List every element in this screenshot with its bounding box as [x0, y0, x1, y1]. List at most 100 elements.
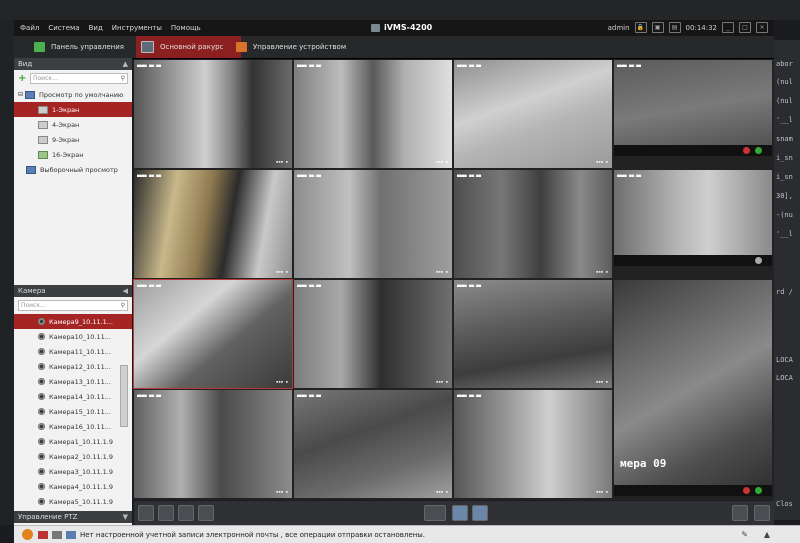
minimize-icon[interactable]: _ — [722, 22, 734, 33]
camera-capture-icon[interactable] — [755, 147, 762, 154]
video-tile-selected[interactable]: ■■■■ ■■:■■ ▪▪▪ ▪ — [133, 279, 293, 389]
alarm-icon[interactable] — [38, 530, 48, 539]
camera-item[interactable]: Камера14_10.11... — [14, 389, 132, 404]
collapse-status-icon[interactable]: ▲ — [764, 530, 770, 539]
camera-panel-header[interactable]: Камера ◀ — [14, 285, 132, 297]
menu-tools[interactable]: Инструменты — [112, 24, 162, 32]
tile-camera-tag: ▪▪▪ ▪ — [275, 489, 288, 494]
video-tile[interactable]: ■■■■ ■■:■■ ▪▪▪ ▪ — [294, 390, 452, 498]
ptz-panel-header[interactable]: Управление PTZ ▼ — [14, 511, 132, 523]
cycle-icon[interactable] — [424, 505, 446, 521]
monitor-icon — [141, 41, 154, 53]
desktop-left-edge — [0, 20, 14, 525]
settings-icon[interactable] — [755, 257, 762, 264]
layout-select-icon[interactable] — [138, 505, 154, 521]
volume-icon[interactable] — [198, 505, 214, 521]
settings-icon[interactable]: ▣ — [651, 22, 664, 33]
camera-search-input[interactable]: Поиск... ⚲ — [18, 300, 128, 311]
camera-item[interactable]: Камера4_10.11.1.9 — [14, 479, 132, 494]
video-tile[interactable]: ■■■■ ■■:■■ ▪▪▪ ▪ — [294, 280, 452, 388]
record-icon[interactable] — [743, 147, 750, 154]
video-tile-large[interactable]: мера 09 — [614, 280, 772, 496]
tree-custom-view[interactable]: Выборочный просмотр — [14, 162, 132, 177]
layout-16-screen[interactable]: 16-Экран — [14, 147, 132, 162]
video-tile[interactable]: ■■■■ ■■:■■ — [614, 60, 772, 156]
pin-icon[interactable]: ✎ — [741, 530, 748, 539]
tile-camera-tag: ▪▪▪ ▪ — [275, 269, 288, 274]
terminal-line: '__l — [776, 116, 793, 124]
view-search-input[interactable]: Поиск... ⚲ — [30, 73, 128, 84]
event-icon[interactable] — [52, 530, 62, 539]
tab-main-view[interactable]: Основной ракурс — [136, 36, 241, 58]
camera-icon — [38, 378, 45, 385]
video-tile[interactable]: ■■■■ ■■:■■ ▪▪▪ ▪ — [454, 280, 612, 388]
video-tile[interactable]: ■■■■ ■■:■■ ▪▪▪ ▪ — [454, 60, 612, 168]
camera-capture-icon[interactable] — [755, 487, 762, 494]
tile-timestamp: ■■■■ ■■:■■ — [457, 173, 482, 178]
close-icon[interactable]: × — [756, 22, 768, 33]
search-icon[interactable]: ⚲ — [121, 74, 125, 83]
window-split-icon[interactable] — [158, 505, 174, 521]
camera-item[interactable]: Камера3_10.11.1.9 — [14, 464, 132, 479]
camera-list-scrollbar[interactable] — [120, 365, 128, 427]
tab-device-management[interactable]: Управление устройством — [232, 36, 356, 58]
video-tile[interactable]: ■■■■ ■■:■■ ▪▪▪ ▪ — [134, 170, 292, 278]
layout-1-screen[interactable]: 1-Экран — [14, 102, 132, 117]
left-sidebar: Вид ▲ + Поиск... ⚲ ⊟ Просмотр по умолчан… — [14, 58, 132, 525]
fullscreen-icon[interactable] — [754, 505, 770, 521]
camera-label: Камера2_10.11.1.9 — [49, 452, 114, 461]
view-search-row: + Поиск... ⚲ — [14, 70, 132, 87]
tree-default-view[interactable]: ⊟ Просмотр по умолчанию — [14, 87, 132, 102]
layout-4-screen[interactable]: 4-Экран — [14, 117, 132, 132]
view-panel-header[interactable]: Вид ▲ — [14, 58, 132, 70]
layout-9-screen[interactable]: 9-Экран — [14, 132, 132, 147]
video-tile[interactable]: ■■■■ ■■:■■ ▪▪▪ ▪ — [454, 390, 612, 498]
camera-item[interactable]: Камера16_10.11... — [14, 419, 132, 434]
camera-item[interactable]: Камера2_10.11.1.9 — [14, 449, 132, 464]
menu-help[interactable]: Помощь — [171, 24, 201, 32]
camera-item[interactable]: Камера9_10.11.1... — [14, 314, 132, 329]
menu-file[interactable]: Файл — [20, 24, 39, 32]
next-page-icon[interactable] — [472, 505, 488, 521]
camera-search-row: Поиск... ⚲ — [14, 297, 132, 314]
video-tile[interactable]: ■■■■ ■■:■■ ▪▪▪ ▪ — [134, 60, 292, 168]
video-tile[interactable]: ■■■■ ■■:■■ — [614, 170, 772, 266]
video-tile[interactable]: ■■■■ ■■:■■ ▪▪▪ ▪ — [134, 390, 292, 498]
camera-item[interactable]: Камера11_10.11... — [14, 344, 132, 359]
video-tile[interactable]: ■■■■ ■■:■■ ▪▪▪ ▪ — [454, 170, 612, 278]
screen-mode-icon[interactable] — [732, 505, 748, 521]
tree-label: 4-Экран — [52, 120, 80, 129]
previous-page-icon[interactable] — [452, 505, 468, 521]
video-tile[interactable]: ■■■■ ■■:■■ ▪▪▪ ▪ — [294, 170, 452, 278]
camera-panel-title: Камера — [18, 287, 46, 295]
expand-icon[interactable]: ▼ — [123, 511, 128, 523]
expand-minus-icon[interactable]: ⊟ — [18, 91, 23, 98]
camera-icon — [38, 423, 45, 430]
camera-item[interactable]: Камера1_10.11.1.9 — [14, 434, 132, 449]
collapse-icon[interactable]: ◀ — [123, 285, 128, 297]
ptz-panel-title: Управление PTZ — [18, 513, 78, 521]
camera-item[interactable]: Камера10_10.11... — [14, 329, 132, 344]
tile-camera-tag: ▪▪▪ ▪ — [275, 379, 288, 384]
collapse-icon[interactable]: ▲ — [123, 58, 128, 70]
menu-view[interactable]: Вид — [89, 24, 103, 32]
maximize-icon[interactable]: □ — [739, 22, 751, 33]
tree-label: Просмотр по умолчанию — [39, 90, 124, 99]
record-icon[interactable] — [743, 487, 750, 494]
live-view-toolbar — [134, 501, 774, 525]
add-view-icon[interactable]: + — [18, 74, 27, 84]
stop-all-icon[interactable] — [178, 505, 194, 521]
camera-item[interactable]: Камера5_10.11.1.9 — [14, 494, 132, 509]
camera-item[interactable]: Камера13_10.11... — [14, 374, 132, 389]
camera-item[interactable]: Камера15_10.11... — [14, 404, 132, 419]
menu-system[interactable]: Система — [48, 24, 79, 32]
camera-item[interactable]: Камера12_10.11... — [14, 359, 132, 374]
video-tile[interactable]: ■■■■ ■■:■■ ▪▪▪ ▪ — [294, 60, 452, 168]
tab-control-panel[interactable]: Панель управления — [30, 36, 138, 58]
lock-icon[interactable]: 🔒 — [634, 22, 647, 33]
mail-icon[interactable] — [66, 530, 76, 539]
camera-icon — [38, 348, 45, 355]
search-icon[interactable]: ⚲ — [121, 301, 125, 310]
warning-icon[interactable] — [22, 529, 33, 540]
menu-bar: Файл Система Вид Инструменты Помощь — [14, 24, 201, 32]
